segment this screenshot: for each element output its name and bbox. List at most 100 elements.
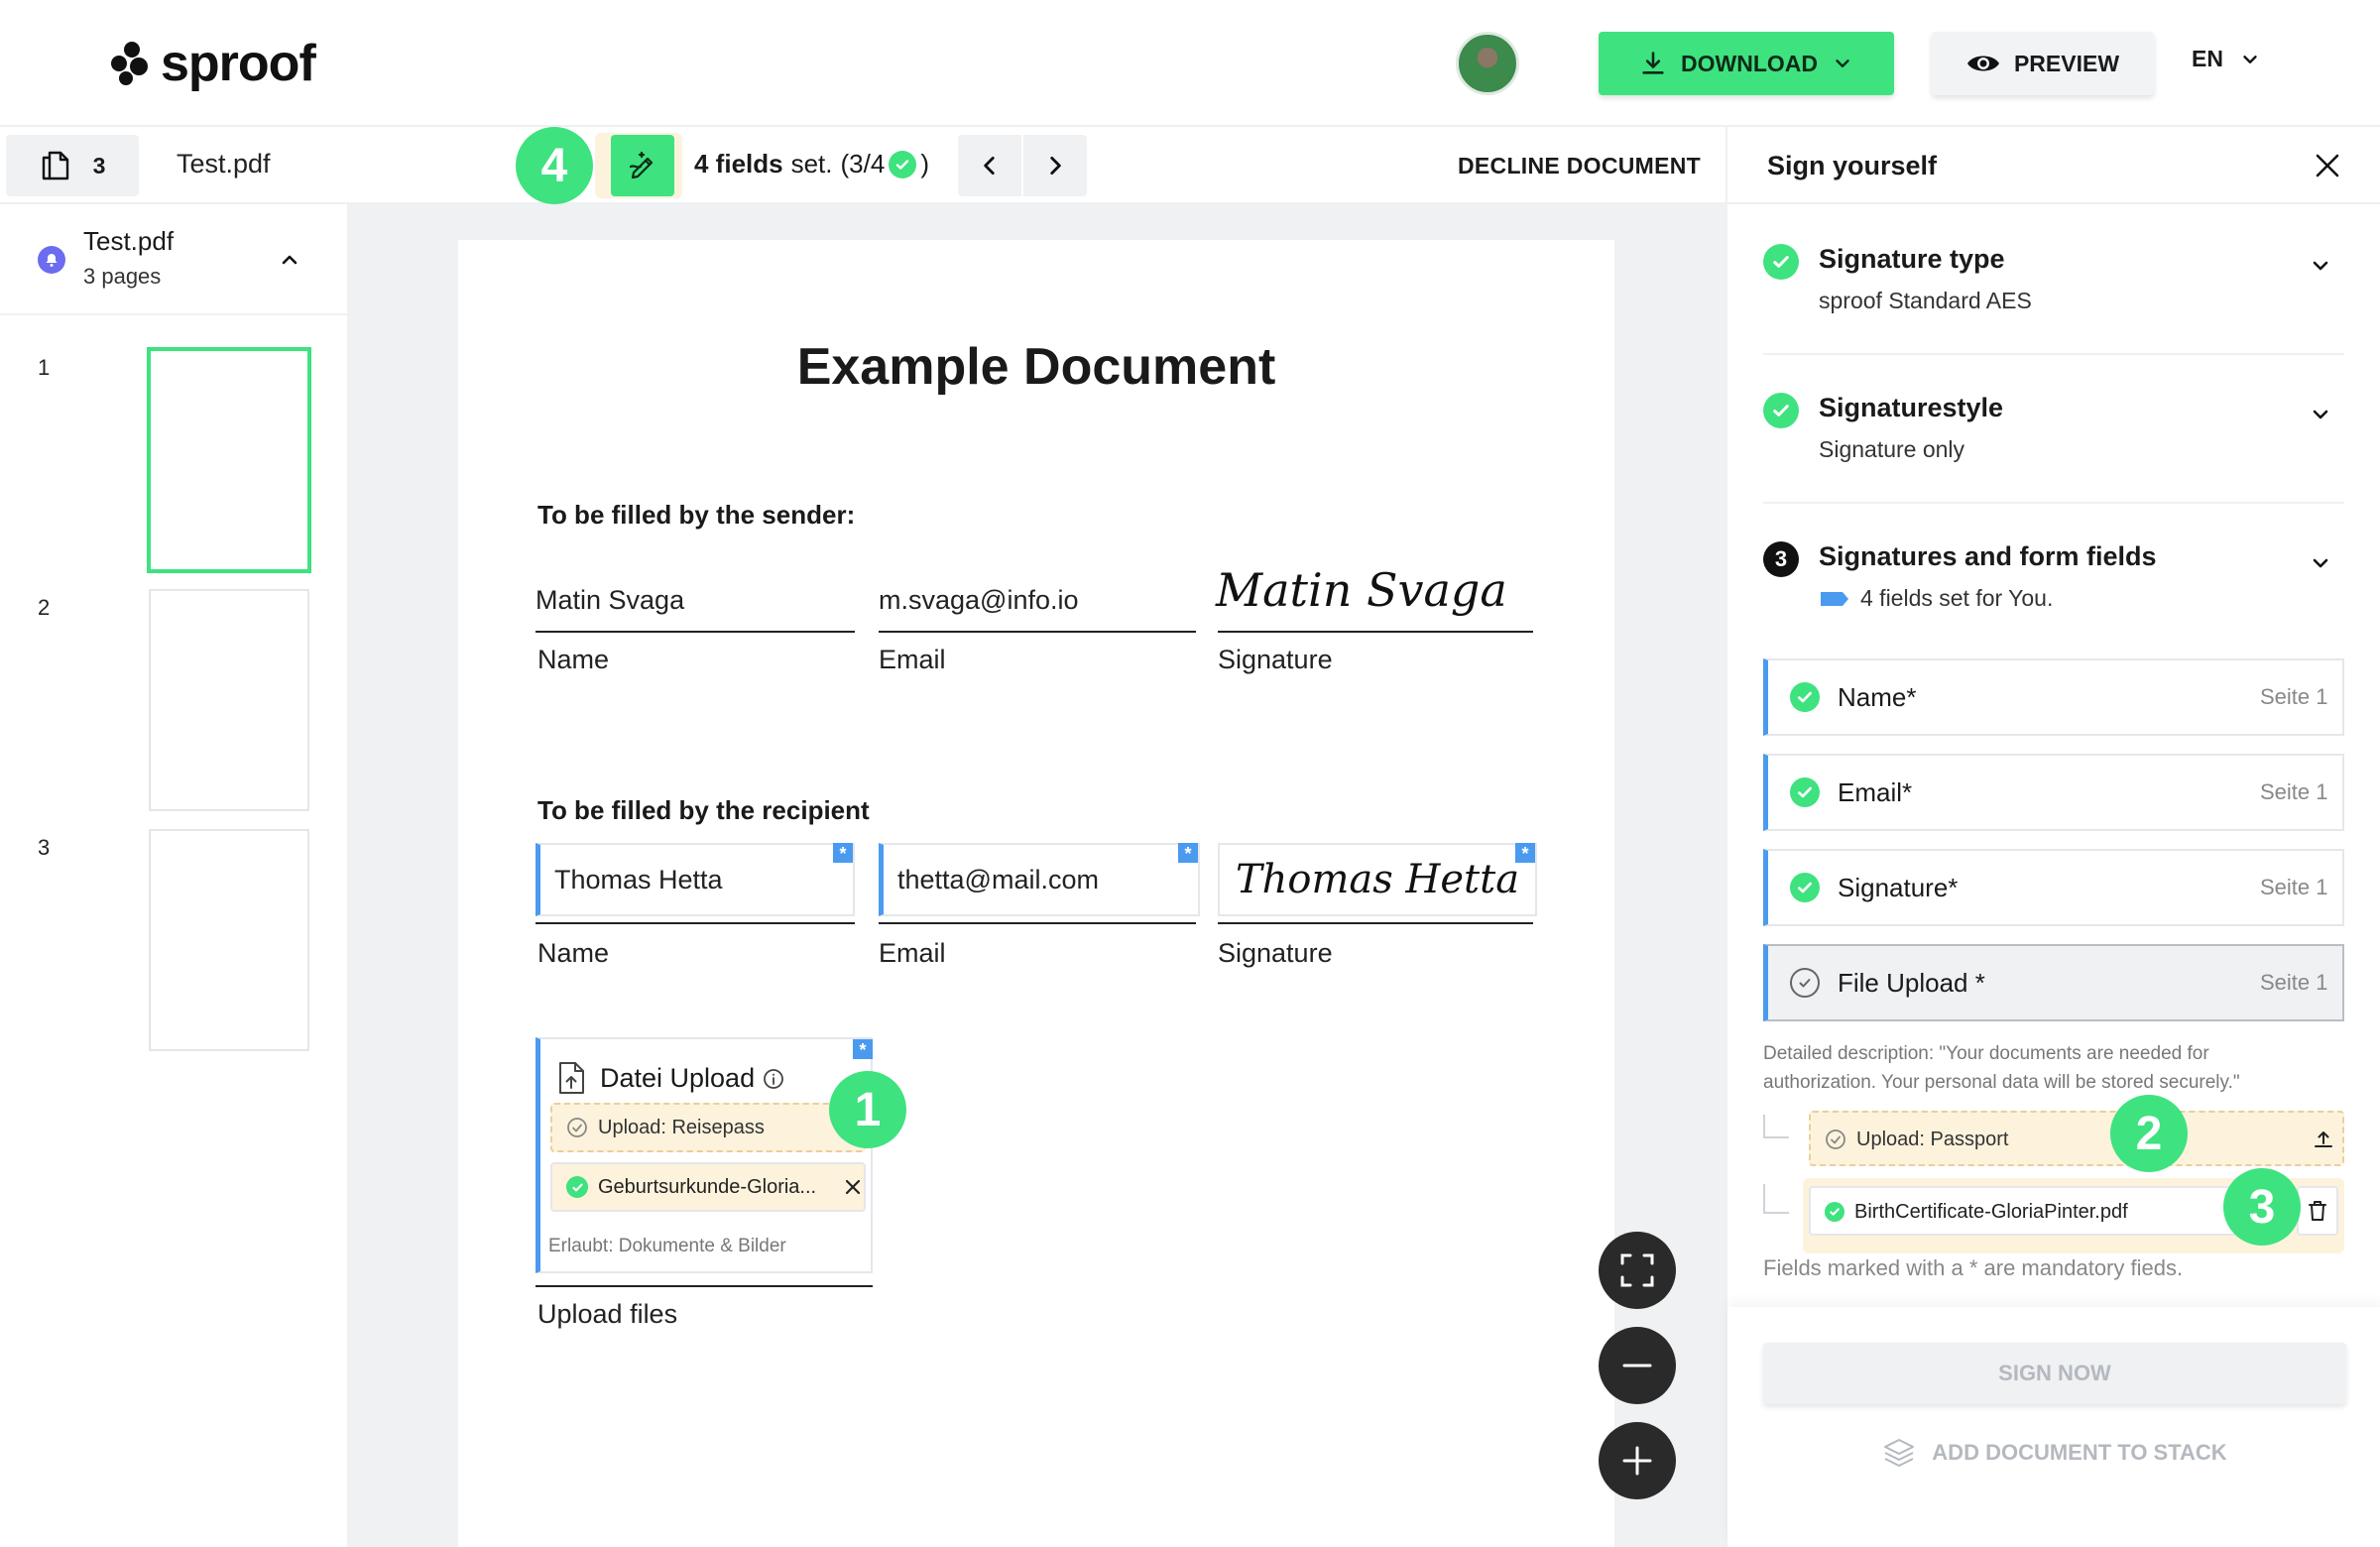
user-avatar[interactable] (1456, 32, 1519, 95)
delete-file-button[interactable] (2297, 1186, 2338, 1236)
page-thumbnail-3[interactable] (149, 829, 309, 1051)
previous-field-button[interactable] (958, 135, 1021, 196)
step-title: Signaturestyle (1819, 393, 2004, 422)
next-field-button[interactable] (1023, 135, 1087, 196)
sender-name-label: Name (537, 645, 610, 674)
upload-line (536, 1285, 873, 1287)
check-circle-icon (566, 1176, 588, 1198)
field-item-email[interactable]: Email* Seite 1 (1763, 754, 2344, 831)
required-asterisk: * (833, 843, 853, 864)
add-to-stack-label: ADD DOCUMENT TO STACK (1932, 1440, 2227, 1465)
upload-title: Datei Upload (600, 1063, 784, 1094)
recipient-name-label: Name (537, 938, 610, 968)
preview-label: PREVIEW (2013, 50, 2120, 76)
trash-icon (2309, 1201, 2326, 1221)
sender-name-line (536, 631, 855, 633)
sproof-logo[interactable]: sproof (109, 34, 316, 93)
pen-icon (629, 151, 654, 179)
recipient-email-field[interactable]: thetta@mail.com (879, 843, 1200, 916)
sender-signature-line (1218, 631, 1533, 633)
panel-header: Sign yourself (1727, 127, 2380, 204)
tree-connector (1763, 1115, 1789, 1138)
required-asterisk: * (1178, 843, 1198, 864)
download-button[interactable]: DOWNLOAD (1599, 32, 1894, 95)
step-subtitle: sproof Standard AES (1819, 288, 2032, 313)
field-description: Detailed description: "Your documents ar… (1763, 1043, 2240, 1093)
document-page: Example Document To be filled by the sen… (458, 240, 1614, 1547)
chevron-up-icon[interactable] (278, 248, 301, 272)
recipient-signature-value: Thomas Hetta (1235, 857, 1520, 902)
step-signature-style[interactable]: Signaturestyle Signature only (1763, 393, 2344, 504)
file-upload-icon (559, 1062, 584, 1094)
documents-icon (42, 151, 68, 180)
zoom-in-button[interactable] (1599, 1422, 1676, 1499)
page-thumbnail-2[interactable] (149, 589, 309, 811)
plus-icon (1622, 1446, 1652, 1476)
mandatory-note: Fields marked with a * are mandatory fie… (1763, 1255, 2184, 1280)
field-item-signature[interactable]: Signature* Seite 1 (1763, 849, 2344, 926)
recipient-signature-label: Signature (1218, 938, 1333, 968)
step-subtitle: Signature only (1819, 436, 1965, 462)
step-signatures-form-fields[interactable]: 3 Signatures and form fields 4 fields se… (1763, 541, 2344, 660)
recipient-signature-field[interactable]: Thomas Hetta (1218, 843, 1537, 916)
field-item-name[interactable]: Name* Seite 1 (1763, 658, 2344, 736)
chevron-down-icon (2243, 55, 2257, 63)
callout-badge-3: 3 (2223, 1168, 2301, 1246)
close-icon[interactable] (844, 1178, 862, 1196)
recipient-name-value: Thomas Hetta (554, 864, 723, 894)
check-circle-icon (1763, 244, 1799, 280)
zoom-out-button[interactable] (1599, 1327, 1676, 1404)
callout-badge-1: 1 (829, 1071, 906, 1148)
page-thumbnail-1[interactable] (147, 347, 311, 573)
step-number: 3 (1763, 541, 1799, 577)
upload-icon[interactable] (2313, 1129, 2334, 1150)
info-icon[interactable] (763, 1068, 784, 1090)
layers-icon (1884, 1439, 1915, 1467)
sidebar-document-name: Test.pdf (83, 226, 175, 256)
check-circle-icon (889, 150, 917, 178)
close-icon[interactable] (2315, 153, 2340, 178)
app-header: sproof DOWNLOAD PREVIEW EN (0, 0, 2380, 127)
panel-footer: SIGN NOW ADD DOCUMENT TO STACK (1727, 1307, 2380, 1547)
documents-button[interactable]: 3 (6, 135, 139, 196)
add-document-to-stack-button[interactable]: ADD DOCUMENT TO STACK (1727, 1436, 2380, 1470)
preview-button[interactable]: PREVIEW (1932, 32, 2154, 95)
page-number: 1 (38, 355, 51, 380)
download-label: DOWNLOAD (1681, 50, 1818, 76)
fullscreen-button[interactable] (1599, 1232, 1676, 1309)
recipient-name-field[interactable]: Thomas Hetta (536, 843, 855, 916)
pages-sidebar: Test.pdf 3 pages 1 2 3 (0, 204, 349, 1547)
tag-icon (1821, 591, 1848, 606)
recipient-name-line (536, 922, 855, 924)
page-number: 2 (38, 595, 51, 620)
upload-requirement[interactable]: Upload: Reisepass (550, 1103, 866, 1152)
chevron-down-icon (2313, 558, 2328, 568)
fields-status: 4 fields set. (3/4 ) (694, 149, 929, 179)
document-count: 3 (92, 152, 106, 178)
recipient-email-line (879, 922, 1196, 924)
sign-now-button[interactable]: SIGN NOW (1763, 1343, 2346, 1404)
decline-document-button[interactable]: DECLINE DOCUMENT (1458, 153, 1701, 179)
field-item-page: Seite 1 (2260, 779, 2328, 804)
sidebar-document-header[interactable]: Test.pdf 3 pages (0, 204, 347, 315)
step-signature-type[interactable]: Signature type sproof Standard AES (1763, 244, 2344, 355)
language-selector[interactable]: EN (2192, 46, 2261, 72)
panel-title: Sign yourself (1767, 151, 1938, 180)
chevron-right-icon (1050, 157, 1061, 175)
sender-email-value: m.svaga@info.io (879, 585, 1079, 615)
fields-set-text: set. (790, 149, 833, 178)
chevron-down-icon (2313, 261, 2328, 271)
callout-badge-2: 2 (2110, 1095, 2188, 1172)
minus-icon (1622, 1364, 1652, 1368)
field-item-file-upload[interactable]: File Upload * Seite 1 (1763, 944, 2344, 1021)
sender-signature-value: Matin Svaga (1216, 563, 1507, 617)
document-name: Test.pdf (177, 149, 271, 178)
upload-requirement[interactable]: Upload: Passport (1809, 1111, 2344, 1166)
upload-files-label: Upload files (537, 1299, 678, 1329)
download-icon (1642, 52, 1664, 74)
file-upload-field[interactable]: Datei Upload Upload: Reisepass Geburtsur… (536, 1037, 873, 1273)
sender-name-value: Matin Svaga (536, 585, 685, 615)
chevron-left-icon (984, 157, 995, 175)
check-circle-icon (1790, 682, 1820, 712)
fields-button[interactable] (611, 135, 674, 196)
